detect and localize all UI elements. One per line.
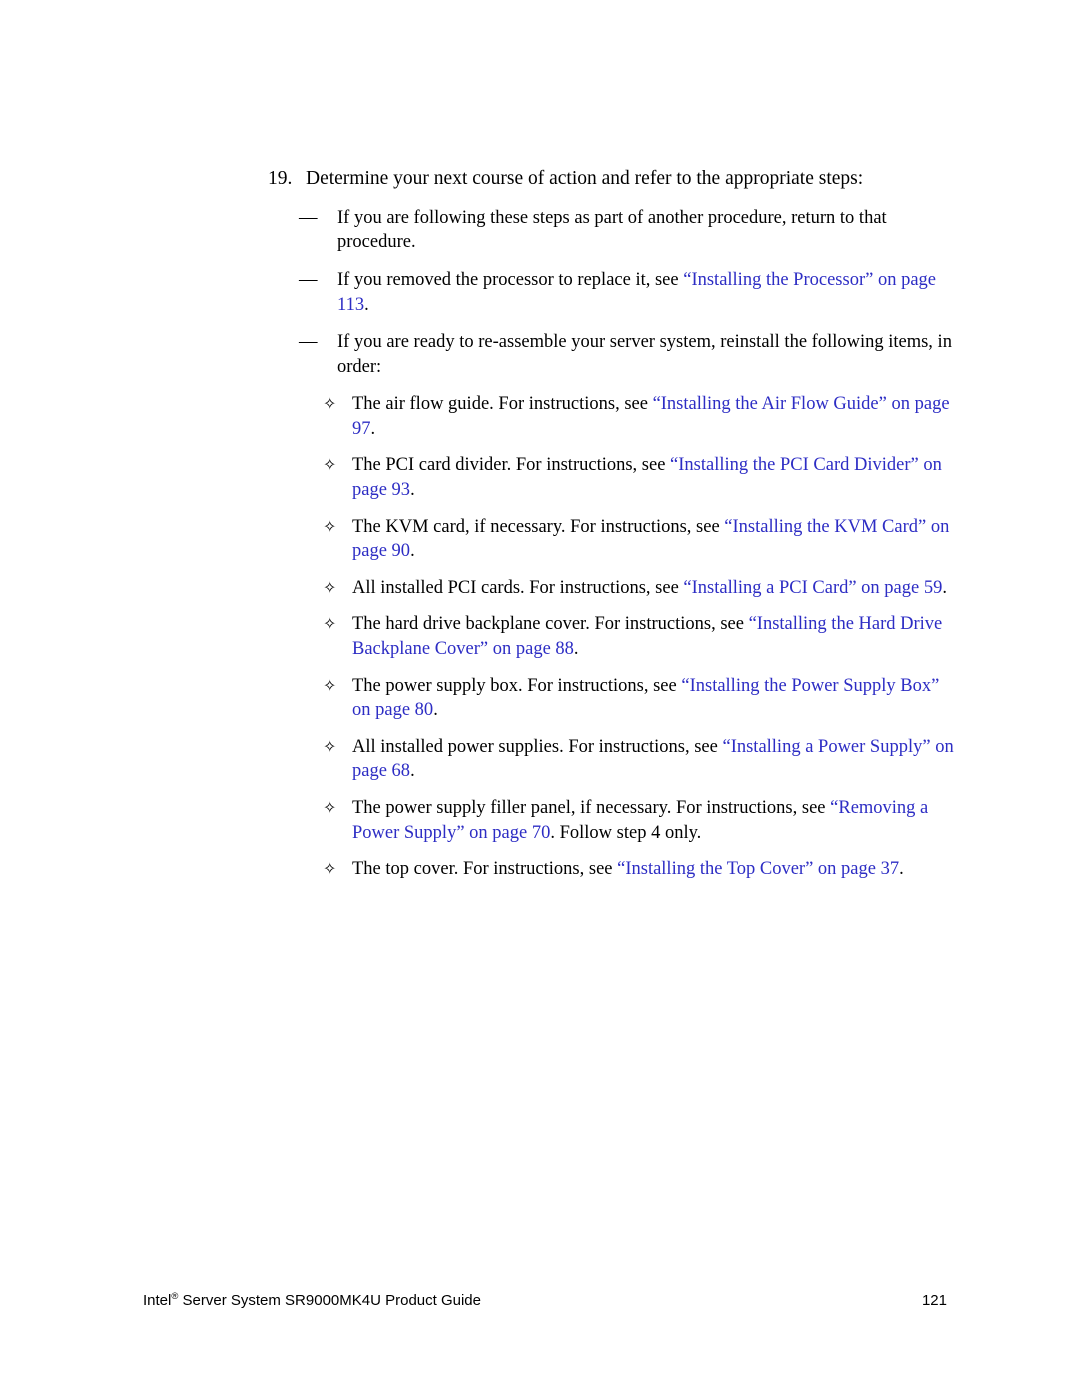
- reassemble-server-text: If you are ready to re-assemble your ser…: [337, 332, 952, 377]
- document-page: 19. Determine your next course of action…: [0, 0, 1080, 1397]
- hard-drive-backplane-cover-text: The hard drive backplane cover. For inst…: [352, 614, 749, 635]
- reinstall-processor-text: If you removed the processor to replace …: [337, 269, 684, 290]
- four-pointed-star-bullet-icon: ✧: [323, 394, 337, 414]
- four-pointed-star-bullet-icon: ✧: [323, 859, 337, 879]
- diamond-list-item-air-flow-guide: ✧ The air flow guide. For instructions, s…: [268, 392, 958, 441]
- em-dash-bullet-icon: —: [299, 332, 318, 353]
- dash-list-item-content: If you removed the processor to replace …: [337, 268, 958, 317]
- pci-card-divider-text: .: [410, 480, 415, 501]
- power-supply-filler-panel-text: The power supply filler panel, if necess…: [352, 798, 831, 819]
- pci-card-divider-text: The PCI card divider. For instructions, …: [352, 455, 671, 476]
- diamond-list-item-content: The power supply filler panel, if necess…: [352, 796, 958, 845]
- four-pointed-star-bullet-icon: ✧: [323, 614, 337, 634]
- power-supply-filler-panel-text: . Follow step 4 only.: [550, 822, 702, 843]
- dash-list-item-content: If you are following these steps as part…: [337, 206, 958, 255]
- diamond-list-item-pci-cards: ✧ All installed PCI cards. For instructio…: [268, 576, 958, 601]
- diamond-list-item-power-supply-filler-panel: ✧ The power supply filler panel, if neces…: [268, 796, 958, 845]
- top-cover-link[interactable]: “Installing the Top Cover” on page 37: [617, 859, 899, 879]
- four-pointed-star-bullet-icon: ✧: [323, 675, 337, 695]
- hard-drive-backplane-cover-text: .: [573, 639, 579, 660]
- diamond-list-item-content: All installed PCI cards. For instruction…: [352, 576, 958, 601]
- dash-bullet-list: — If you are following these steps as par…: [268, 206, 958, 380]
- diamond-list-item-content: All installed power supplies. For instru…: [352, 735, 958, 784]
- diamond-bullet-list: ✧ The air flow guide. For instructions, s…: [268, 392, 958, 882]
- power-supply-box-text: .: [433, 700, 438, 721]
- diamond-list-item-content: The air flow guide. For instructions, se…: [352, 392, 958, 441]
- em-dash-bullet-icon: —: [299, 269, 318, 290]
- diamond-list-item-pci-card-divider: ✧ The PCI card divider. For instructions,…: [268, 453, 958, 502]
- four-pointed-star-bullet-icon: ✧: [323, 516, 337, 536]
- diamond-list-item-power-supplies: ✧ All installed power supplies. For instr…: [268, 735, 958, 784]
- kvm-card-text: .: [410, 541, 415, 562]
- diamond-list-item-kvm-card: ✧ The KVM card, if necessary. For instruc…: [268, 515, 958, 564]
- numbered-step-19: 19. Determine your next course of action…: [268, 166, 958, 192]
- four-pointed-star-bullet-icon: ✧: [323, 577, 337, 597]
- footer-brand: Intel: [143, 1292, 172, 1309]
- kvm-card-text: The KVM card, if necessary. For instruct…: [352, 516, 725, 537]
- diamond-list-item-content: The power supply box. For instructions, …: [352, 674, 958, 723]
- diamond-list-item-content: The hard drive backplane cover. For inst…: [352, 612, 958, 661]
- four-pointed-star-bullet-icon: ✧: [323, 736, 337, 756]
- top-cover-text: The top cover. For instructions, see: [352, 859, 618, 880]
- pci-cards-text: .: [942, 577, 947, 598]
- em-dash-bullet-icon: —: [299, 207, 318, 228]
- diamond-list-item-content: The top cover. For instructions, see “In…: [352, 857, 958, 882]
- diamond-list-item-hard-drive-backplane-cover: ✧ The hard drive backplane cover. For ins…: [268, 612, 958, 661]
- dash-list-item-reinstall-processor: — If you removed the processor to replace…: [268, 268, 958, 317]
- power-supply-box-text: The power supply box. For instructions, …: [352, 675, 682, 696]
- four-pointed-star-bullet-icon: ✧: [323, 455, 337, 475]
- air-flow-guide-text: The air flow guide. For instructions, se…: [352, 394, 653, 415]
- dash-list-item-reassemble-server: — If you are ready to re-assemble your se…: [268, 330, 958, 379]
- power-supplies-text: All installed power supplies. For instru…: [352, 736, 723, 757]
- air-flow-guide-text: .: [370, 418, 376, 439]
- page-content: 19. Determine your next course of action…: [268, 166, 958, 894]
- diamond-list-item-content: The KVM card, if necessary. For instruct…: [352, 515, 958, 564]
- dash-list-item-content: If you are ready to re-assemble your ser…: [337, 330, 958, 379]
- footer-document-title: Intel® Server System SR9000MK4U Product …: [143, 1292, 481, 1309]
- pci-cards-link[interactable]: “Installing a PCI Card” on page 59: [683, 578, 942, 598]
- four-pointed-star-bullet-icon: ✧: [323, 798, 337, 818]
- diamond-list-item-top-cover: ✧ The top cover. For instructions, see “I…: [268, 857, 958, 882]
- step-number: 19.: [268, 168, 293, 189]
- reinstall-processor-text: .: [364, 294, 369, 315]
- footer-page-number: 121: [921, 1292, 947, 1309]
- dash-list-item-return-to-procedure: — If you are following these steps as par…: [268, 206, 958, 255]
- pci-cards-text: All installed PCI cards. For instruction…: [352, 577, 684, 598]
- diamond-list-item-content: The PCI card divider. For instructions, …: [352, 453, 958, 502]
- power-supplies-text: .: [410, 761, 415, 782]
- return-to-procedure-text: If you are following these steps as part…: [337, 207, 887, 253]
- diamond-list-item-power-supply-box: ✧ The power supply box. For instructions,…: [268, 674, 958, 723]
- top-cover-text: .: [899, 859, 904, 880]
- step-text: Determine your next course of action and…: [306, 168, 864, 189]
- page-footer: Intel® Server System SR9000MK4U Product …: [143, 1292, 947, 1309]
- footer-title-text: Server System SR9000MK4U Product Guide: [178, 1292, 481, 1309]
